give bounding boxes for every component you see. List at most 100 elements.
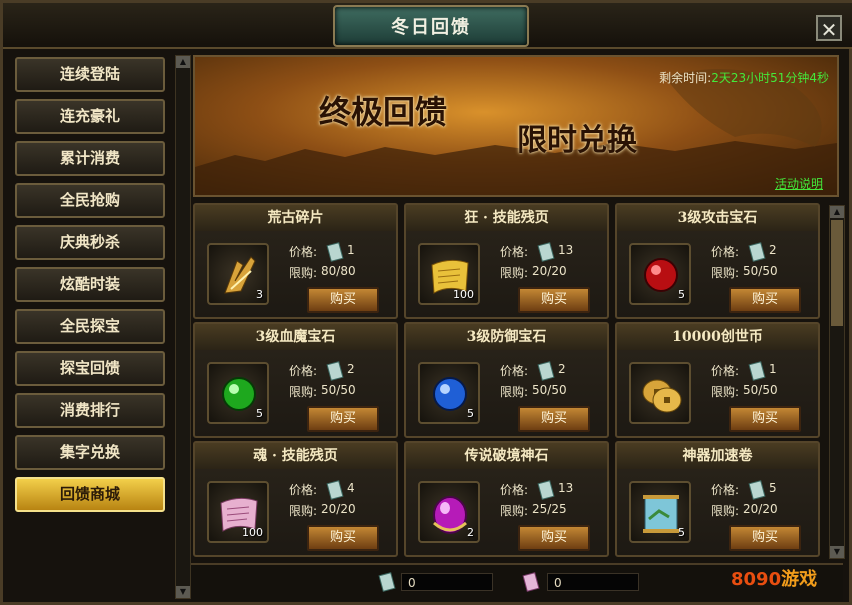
item-limit: 80/80 [321,264,356,278]
item-price: 5 [769,481,777,495]
buy-button[interactable]: 购买 [729,406,801,432]
sidebar-item-word-exchange[interactable]: 集字兑换 [15,435,165,470]
item-slot[interactable]: 5 [629,481,691,543]
event-window: 冬日回馈 ✕ 连续登陆 连充豪礼 累计消费 全民抢购 庆典秒杀 炫酷时装 全民探… [0,0,852,605]
item-slot[interactable]: 2 [418,481,480,543]
scroll-up-arrow-icon[interactable]: ▲ [830,206,844,218]
item-quantity: 100 [453,288,474,301]
banner-headline-1: 终极回馈 [319,93,448,131]
event-sidebar: 连续登陆 连充豪礼 累计消费 全民抢购 庆典秒杀 炫酷时装 全民探宝 探宝回馈 … [11,53,169,601]
item-slot[interactable]: 5 [207,362,269,424]
item-name: 传说破境神石 [406,443,607,469]
limit-label: 限购: [500,266,529,280]
sidebar-item-login[interactable]: 连续登陆 [15,57,165,92]
item-name: 10000创世币 [617,324,818,350]
limit-label: 限购: [711,385,740,399]
event-banner: 终极回馈 限时兑换 剩余时间:2天23小时51分钟4秒 活动说明 [193,55,839,197]
item-name: 狂 · 技能残页 [406,205,607,231]
scroll-up-arrow-icon[interactable]: ▲ [176,56,190,68]
buy-button[interactable]: 购买 [729,287,801,313]
item-name: 神器加速卷 [617,443,818,469]
item-price: 1 [347,243,355,257]
item-slot[interactable]: 3 [207,243,269,305]
title-plaque: 冬日回馈 [333,5,529,47]
item-price: 13 [558,243,574,257]
item-limit: 50/50 [321,383,356,397]
pink-ticket-icon [522,572,540,592]
scroll-thumb[interactable] [831,220,843,326]
item-quantity: 100 [242,526,263,539]
shop-item-card: 传说破境神石 2 价格: 13 限购: 25/25 购买 [404,441,609,557]
item-slot[interactable]: 5 [629,243,691,305]
limit-label: 限购: [289,504,318,518]
title-bar: 冬日回馈 ✕ [3,3,852,49]
scroll-down-arrow-icon[interactable]: ▼ [830,546,844,558]
item-limit: 20/20 [743,502,778,516]
item-slot[interactable]: 100 [207,481,269,543]
item-limit: 50/50 [743,264,778,278]
buy-button[interactable]: 购买 [518,406,590,432]
limit-label: 限购: [289,266,318,280]
site-logo: 8090游戏 [731,565,817,591]
limit-label: 限购: [711,266,740,280]
shop-item-card: 3级攻击宝石 5 价格: 2 限购: 50/50 购买 [615,203,820,319]
item-price: 2 [558,362,566,376]
close-button[interactable]: ✕ [816,15,842,42]
currency-1-value: 0 [401,573,493,591]
shop-item-card: 狂 · 技能残页 100 价格: 13 限购: 20/20 购买 [404,203,609,319]
price-label: 价格: [711,483,740,497]
buy-button[interactable]: 购买 [307,287,379,313]
sidebar-item-flash-sale[interactable]: 庆典秒杀 [15,225,165,260]
item-slot[interactable]: 5 [418,362,480,424]
limit-label: 限购: [500,385,529,399]
sidebar-scrollbar[interactable]: ▲ ▼ [175,55,191,599]
shop-scrollbar[interactable]: ▲ ▼ [829,205,845,559]
window-title: 冬日回馈 [391,17,471,38]
banner-headline-2: 限时兑换 [517,123,637,158]
item-quantity: 5 [678,526,685,539]
currency-2-value: 0 [547,573,639,591]
buy-button[interactable]: 购买 [307,406,379,432]
shop-item-card: 荒古碎片 3 价格: 1 限购: 80/80 购买 [193,203,398,319]
item-name: 3级攻击宝石 [617,205,818,231]
sidebar-item-reward-shop[interactable]: 回馈商城 [15,477,165,512]
sidebar-item-spending[interactable]: 累计消费 [15,141,165,176]
item-limit: 20/20 [321,502,356,516]
price-label: 价格: [711,245,740,259]
price-label: 价格: [500,245,529,259]
item-slot[interactable]: 100 [418,243,480,305]
price-label: 价格: [289,483,318,497]
item-limit: 50/50 [743,383,778,397]
buy-button[interactable]: 购买 [307,525,379,551]
event-help-link[interactable]: 活动说明 [775,175,823,192]
countdown-timer: 剩余时间:2天23小时51分钟4秒 [659,69,829,86]
sidebar-item-fashion[interactable]: 炫酷时装 [15,267,165,302]
logo-number: 8090 [731,569,782,590]
item-price: 2 [347,362,355,376]
shop-item-card: 神器加速卷 5 价格: 5 限购: 20/20 购买 [615,441,820,557]
item-quantity: 5 [467,407,474,420]
sidebar-item-rush-buy[interactable]: 全民抢购 [15,183,165,218]
buy-button[interactable]: 购买 [518,287,590,313]
item-name: 魂 · 技能残页 [195,443,396,469]
shop-item-card: 3级血魔宝石 5 价格: 2 限购: 50/50 购买 [193,322,398,438]
price-label: 价格: [500,364,529,378]
item-slot[interactable] [629,362,691,424]
buy-button[interactable]: 购买 [729,525,801,551]
scroll-down-arrow-icon[interactable]: ▼ [176,586,190,598]
item-price: 1 [769,362,777,376]
sidebar-item-recharge[interactable]: 连充豪礼 [15,99,165,134]
shop-item-card: 魂 · 技能残页 100 价格: 4 限购: 20/20 购买 [193,441,398,557]
item-price: 13 [558,481,574,495]
sidebar-item-treasure-back[interactable]: 探宝回馈 [15,351,165,386]
item-name: 3级防御宝石 [406,324,607,350]
buy-button[interactable]: 购买 [518,525,590,551]
sidebar-item-treasure[interactable]: 全民探宝 [15,309,165,344]
sidebar-item-ranking[interactable]: 消费排行 [15,393,165,428]
shop-item-card: 3级防御宝石 5 价格: 2 限购: 50/50 购买 [404,322,609,438]
limit-label: 限购: [711,504,740,518]
countdown-value: 2天23小时51分钟4秒 [711,71,829,85]
price-label: 价格: [711,364,740,378]
item-quantity: 5 [256,407,263,420]
item-quantity: 5 [678,288,685,301]
